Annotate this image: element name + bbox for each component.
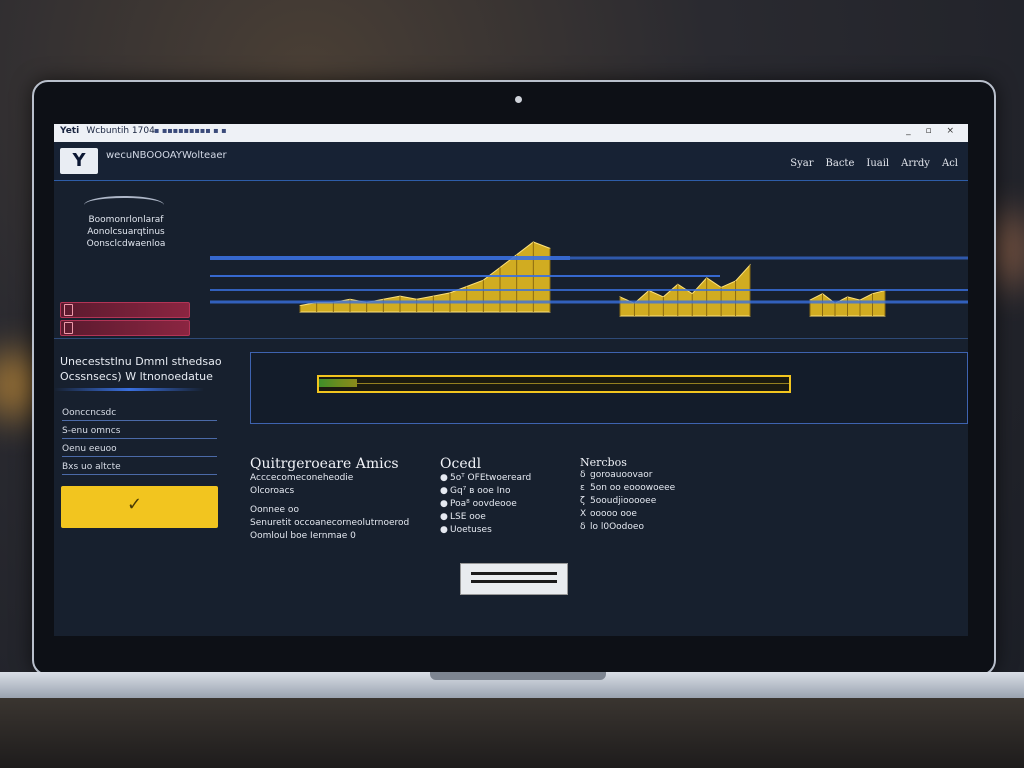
column-line: Senuretit occoanecorneolutrnoerod bbox=[250, 518, 410, 528]
bullet-icon: ● bbox=[440, 486, 448, 496]
menu-line-icon bbox=[471, 580, 557, 583]
list-item-text: lo l0Oodoeo bbox=[590, 522, 644, 532]
browser-tab[interactable]: Yeti Wcbuntih 1704 bbox=[60, 126, 155, 136]
progress-panel bbox=[250, 352, 968, 424]
chart-panel bbox=[210, 184, 968, 324]
brand-arc-icon bbox=[84, 196, 164, 214]
list-item-text: ooooo ooe bbox=[590, 509, 637, 519]
list-item: ● 5oᵀ OFEtwoereard bbox=[440, 472, 580, 485]
nav-item-arrdy[interactable]: Arrdy bbox=[901, 158, 930, 169]
list-item: ● Gq⁷ ʙ ooe Ino bbox=[440, 485, 580, 498]
list-item: δ lo l0Oodoeo bbox=[580, 521, 740, 534]
form-title: Uneceststlnu Dmml sthedsao Ocssnsecs) W … bbox=[60, 354, 230, 384]
brand-line: Oonsclcdwaenloa bbox=[86, 239, 166, 249]
form-row[interactable]: S-enu omncs bbox=[62, 426, 217, 439]
column-heading: Nercbos bbox=[580, 456, 627, 469]
sidebar-red-button[interactable] bbox=[60, 302, 190, 318]
column-line: Acccecomeconeheodie bbox=[250, 473, 354, 483]
list-item: ● Uoetuses bbox=[440, 524, 580, 537]
app-logo[interactable]: Y bbox=[60, 148, 98, 174]
bullet-icon: ● bbox=[440, 473, 448, 483]
list-item-text: 5on oo eooowoeee bbox=[590, 483, 676, 493]
bullet-icon: δ bbox=[580, 470, 586, 480]
list-item-text: goroauoovaor bbox=[590, 470, 653, 480]
checkbox-icon bbox=[64, 304, 73, 316]
list-item-text: LSE ooe bbox=[450, 512, 486, 522]
app-title: wecuNBOOOAYWolteaer bbox=[106, 150, 227, 161]
form-title-line: Ocssnsecs) W ltnonoedatue bbox=[60, 370, 213, 383]
tab-subtitle: Wcbuntih 1704 bbox=[86, 126, 155, 136]
list-item-text: Poa⁸ oovdeooe bbox=[450, 499, 517, 509]
laptop-notch bbox=[430, 672, 606, 680]
column-heading: Ocedl bbox=[440, 456, 482, 472]
bullet-icon: ● bbox=[440, 499, 448, 509]
list-item: ε 5on oo eooowoeee bbox=[580, 482, 740, 495]
confirm-button[interactable]: ✓ bbox=[61, 486, 218, 528]
checkbox-icon bbox=[64, 322, 73, 334]
top-nav: Syar Bacte Iuail Arrdy Acl bbox=[790, 158, 958, 169]
list-item: ● LSE ooe bbox=[440, 511, 580, 524]
list-item: δ goroauoovaor bbox=[580, 469, 740, 482]
column-line: Olcoroacs bbox=[250, 486, 295, 496]
area-chart bbox=[210, 241, 968, 317]
webcam bbox=[515, 96, 522, 103]
logo-letter: Y bbox=[72, 150, 86, 171]
nav-item-acl[interactable]: Acl bbox=[942, 158, 958, 169]
menu-line-icon bbox=[471, 572, 557, 575]
nav-item-iuail[interactable]: Iuail bbox=[866, 158, 889, 169]
browser-bar: Yeti Wcbuntih 1704 ▪ ▪▪▪▪▪▪▪▪▪ ▪ ▪ _ ▫ × bbox=[54, 124, 968, 142]
info-column-2: Ocedl ● 5oᵀ OFEtwoereard ● Gq⁷ ʙ ooe Ino ●… bbox=[440, 456, 580, 537]
form-row[interactable]: Oonccncsdc bbox=[62, 408, 217, 421]
bullet-icon: δ bbox=[580, 522, 586, 532]
tab-title: Yeti bbox=[60, 126, 80, 136]
info-column-1: Quitrgeroeare Amics Acccecomeconeheodie … bbox=[250, 456, 420, 543]
menu-button[interactable] bbox=[460, 563, 568, 595]
nav-item-bacte[interactable]: Bacte bbox=[826, 158, 855, 169]
list-item: ● Poa⁸ oovdeooe bbox=[440, 498, 580, 511]
section-divider bbox=[54, 338, 968, 339]
list-item-text: Uoetuses bbox=[450, 525, 492, 535]
progress-fill bbox=[319, 379, 357, 387]
checkmark-icon: ✓ bbox=[127, 494, 143, 515]
form-row[interactable]: Bxs uo altcte bbox=[62, 462, 217, 475]
list-item-text: 5ooudjiooooee bbox=[590, 496, 657, 506]
form-title-line: Uneceststlnu Dmml sthedsao bbox=[60, 355, 222, 368]
column-heading: Quitrgeroeare Amics bbox=[250, 456, 399, 472]
list-item-text: 5oᵀ OFEtwoereard bbox=[450, 473, 532, 483]
desk-surface bbox=[0, 698, 1024, 768]
progress-track-line bbox=[319, 383, 789, 384]
brand-text: Boomonrlonlaraf Aonolcsuarqtinus Oonsclc… bbox=[66, 214, 186, 250]
list-item: ζ 5ooudjiooooee bbox=[580, 495, 740, 508]
nav-item-syar[interactable]: Syar bbox=[790, 158, 813, 169]
brand-line: Aonolcsuarqtinus bbox=[87, 227, 165, 237]
column-line: Oonnee oo bbox=[250, 505, 299, 515]
list-item: Xooooo ooe bbox=[580, 508, 740, 521]
tab-toolbar-icons[interactable]: ▪ ▪▪▪▪▪▪▪▪▪ ▪ ▪ bbox=[154, 126, 227, 135]
column-line: Oomloul boe Iernmae 0 bbox=[250, 531, 356, 541]
window-controls[interactable]: _ ▫ × bbox=[906, 126, 960, 136]
bullet-icon: ζ bbox=[580, 496, 585, 506]
laptop-frame: Yeti Wcbuntih 1704 ▪ ▪▪▪▪▪▪▪▪▪ ▪ ▪ _ ▫ ×… bbox=[32, 80, 996, 676]
brand-line: Boomonrlonlaraf bbox=[88, 215, 164, 225]
info-column-3: Nercbos δ goroauoovaor ε 5on oo eooowoeee … bbox=[580, 456, 740, 534]
screen: Yeti Wcbuntih 1704 ▪ ▪▪▪▪▪▪▪▪▪ ▪ ▪ _ ▫ ×… bbox=[54, 124, 968, 636]
app-header: Y wecuNBOOOAYWolteaer Syar Bacte Iuail A… bbox=[54, 142, 968, 181]
bullet-icon: X bbox=[580, 509, 587, 519]
settings-form: Uneceststlnu Dmml sthedsao Ocssnsecs) W … bbox=[54, 346, 224, 546]
sidebar-red-button[interactable] bbox=[60, 320, 190, 336]
progress-bar bbox=[317, 375, 791, 393]
list-item-text: Gq⁷ ʙ ooe Ino bbox=[450, 486, 511, 496]
form-row[interactable]: Oenu eeuoo bbox=[62, 444, 217, 457]
bullet-icon: ● bbox=[440, 512, 448, 522]
bullet-icon: ● bbox=[440, 525, 448, 535]
bullet-icon: ε bbox=[580, 483, 585, 493]
